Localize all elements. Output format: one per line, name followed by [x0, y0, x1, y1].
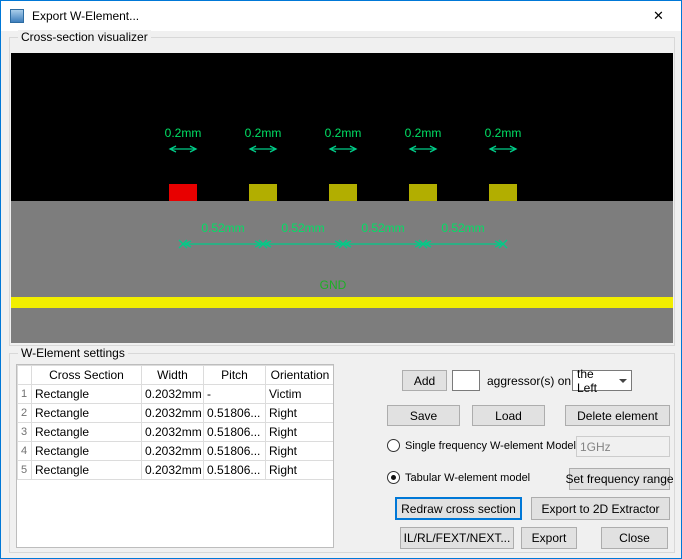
single-frequency-radio[interactable]: Single frequency W-element Model — [387, 439, 576, 452]
pitch-dimension-label: 0.52mm — [279, 221, 327, 235]
export-w-element-dialog: Export W-Element... ✕ Cross-section visu… — [0, 0, 682, 559]
load-button[interactable]: Load — [472, 405, 545, 426]
width-dimension-label: 0.2mm — [241, 126, 285, 140]
aggressor-side-select[interactable]: the Left — [572, 370, 632, 391]
table-header-row: Cross Section Width Pitch Orientation — [18, 366, 335, 385]
cell-pitch[interactable]: 0.51806... — [204, 442, 266, 461]
save-button[interactable]: Save — [387, 405, 460, 426]
w-element-settings-group: W-Element settings Cross Section Width P… — [9, 353, 675, 553]
cell-orientation[interactable]: Right — [266, 442, 335, 461]
window-close-button[interactable]: ✕ — [636, 1, 681, 30]
header-width: Width — [142, 366, 204, 385]
cell-cross-section[interactable]: Rectangle — [32, 385, 142, 404]
redraw-cross-section-button[interactable]: Redraw cross section — [395, 497, 522, 520]
row-number: 3 — [18, 423, 32, 442]
row-number: 5 — [18, 461, 32, 480]
settings-group-label: W-Element settings — [18, 346, 128, 360]
table-row[interactable]: 3 Rectangle 0.2032mm 0.51806... Right — [18, 423, 335, 442]
titlebar: Export W-Element... ✕ — [1, 1, 681, 31]
pitch-dimension-label: 0.52mm — [439, 221, 487, 235]
single-frequency-label[interactable]: Single frequency W-element Model — [405, 440, 576, 452]
cross-section-visualizer-group: Cross-section visualizer — [9, 37, 675, 346]
cell-cross-section[interactable]: Rectangle — [32, 461, 142, 480]
app-icon — [10, 9, 24, 23]
tabular-model-label[interactable]: Tabular W-element model — [405, 472, 530, 484]
radio-checked-icon[interactable] — [387, 471, 400, 484]
header-pitch: Pitch — [204, 366, 266, 385]
window-title: Export W-Element... — [32, 9, 139, 23]
cell-width[interactable]: 0.2032mm — [142, 385, 204, 404]
selected-side: the Left — [577, 367, 615, 395]
table-row[interactable]: 2 Rectangle 0.2032mm 0.51806... Right — [18, 404, 335, 423]
aggressor-label: aggressor(s) on — [487, 374, 571, 388]
single-frequency-input — [576, 436, 670, 457]
chevron-down-icon — [619, 379, 627, 383]
cell-cross-section[interactable]: Rectangle — [32, 404, 142, 423]
cell-cross-section[interactable]: Rectangle — [32, 442, 142, 461]
row-number: 2 — [18, 404, 32, 423]
aggressor-count-input[interactable] — [452, 370, 480, 391]
cell-pitch[interactable]: 0.51806... — [204, 423, 266, 442]
set-frequency-range-button[interactable]: Set frequency range — [569, 468, 670, 490]
close-icon: ✕ — [653, 9, 664, 22]
cell-width[interactable]: 0.2032mm — [142, 442, 204, 461]
table-row[interactable]: 5 Rectangle 0.2032mm 0.51806... Right — [18, 461, 335, 480]
cell-width[interactable]: 0.2032mm — [142, 404, 204, 423]
pitch-dimension-label: 0.52mm — [359, 221, 407, 235]
delete-element-button[interactable]: Delete element — [565, 405, 670, 426]
header-cross-section: Cross Section — [32, 366, 142, 385]
il-rl-fext-next-button[interactable]: IL/RL/FEXT/NEXT... — [400, 527, 514, 549]
cross-section-canvas: 0.2mm 0.2mm 0.2mm 0.2mm 0.2mm 0.52mm 0.5… — [11, 53, 673, 343]
cell-pitch[interactable]: 0.51806... — [204, 461, 266, 480]
gnd-label: GND — [311, 278, 355, 292]
table-row[interactable]: 4 Rectangle 0.2032mm 0.51806... Right — [18, 442, 335, 461]
cell-pitch[interactable]: 0.51806... — [204, 404, 266, 423]
cell-width[interactable]: 0.2032mm — [142, 461, 204, 480]
width-dimension-label: 0.2mm — [401, 126, 445, 140]
table-row[interactable]: 1 Rectangle 0.2032mm - Victim — [18, 385, 335, 404]
width-dimension-arrows — [170, 146, 516, 152]
width-dimension-label: 0.2mm — [321, 126, 365, 140]
cross-section-table[interactable]: Cross Section Width Pitch Orientation 1 … — [16, 364, 334, 548]
cell-width[interactable]: 0.2032mm — [142, 423, 204, 442]
width-dimension-label: 0.2mm — [161, 126, 205, 140]
add-button[interactable]: Add — [402, 370, 447, 391]
radio-unchecked-icon[interactable] — [387, 439, 400, 452]
row-number: 4 — [18, 442, 32, 461]
cell-orientation[interactable]: Victim — [266, 385, 335, 404]
tabular-model-radio[interactable]: Tabular W-element model — [387, 471, 530, 484]
cell-cross-section[interactable]: Rectangle — [32, 423, 142, 442]
pitch-dimension-line — [179, 240, 507, 248]
cell-orientation[interactable]: Right — [266, 404, 335, 423]
pitch-dimension-label: 0.52mm — [199, 221, 247, 235]
export-button[interactable]: Export — [521, 527, 577, 549]
export-to-2d-extractor-button[interactable]: Export to 2D Extractor — [531, 497, 670, 520]
dimension-annotations — [11, 53, 673, 343]
header-orientation: Orientation — [266, 366, 335, 385]
cell-pitch[interactable]: - — [204, 385, 266, 404]
row-number: 1 — [18, 385, 32, 404]
cell-orientation[interactable]: Right — [266, 461, 335, 480]
close-button[interactable]: Close — [601, 527, 668, 549]
visualizer-group-label: Cross-section visualizer — [18, 30, 151, 44]
width-dimension-label: 0.2mm — [481, 126, 525, 140]
cell-orientation[interactable]: Right — [266, 423, 335, 442]
table-corner-header — [18, 366, 32, 385]
